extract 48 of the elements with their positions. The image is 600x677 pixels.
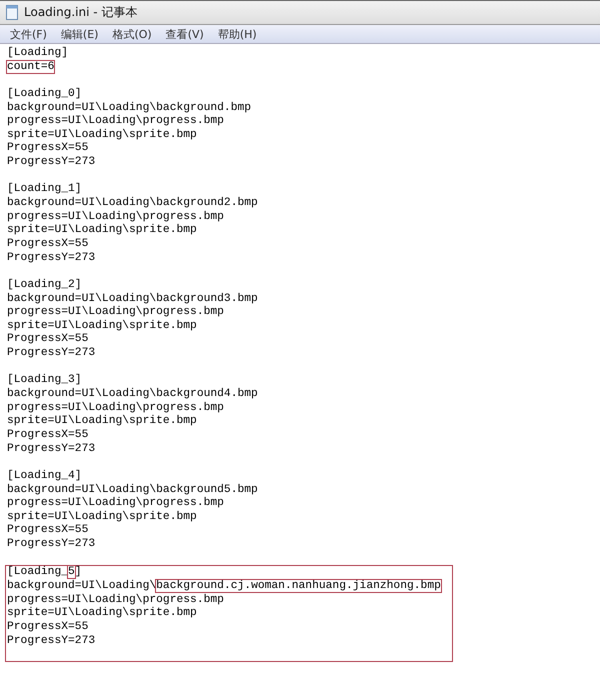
text-line: background=UI\Loading\background4.bmp [7, 388, 258, 400]
text-line: progress=UI\Loading\progress.bmp [7, 115, 224, 128]
text-line: ProgressY=273 [7, 538, 96, 550]
line-text: background=UI\Loading\ [7, 580, 156, 592]
text-line: ProgressY=273 [7, 347, 96, 360]
menu-item[interactable]: 查看(V) [166, 26, 204, 42]
text-line: sprite=UI\Loading\sprite.bmp [7, 607, 197, 620]
text-line: progress=UI\Loading\progress.bmp [7, 210, 224, 223]
text-line: sprite=UI\Loading\sprite.bmp [7, 128, 197, 141]
text-line: [Loading_2] [7, 278, 82, 291]
line-text: ] [74, 566, 82, 578]
text-line: ProgressX=55 [7, 524, 88, 536]
text-line: ProgressX=55 [7, 333, 88, 346]
text-line: [Loading_3] [7, 374, 82, 386]
text-line: background=UI\Loading\background5.bmp [7, 484, 258, 496]
text-line: sprite=UI\Loading\sprite.bmp [7, 415, 197, 428]
text-line: ProgressY=273 [7, 634, 96, 647]
text-line: [Loading_1] [7, 183, 82, 196]
highlighted-text: 5 [68, 566, 75, 578]
menu-item[interactable]: 帮助(H) [218, 26, 257, 42]
text-line: [Loading] [7, 47, 68, 59]
text-line: progress=UI\Loading\progress.bmp [7, 594, 224, 606]
text-line: sprite=UI\Loading\sprite.bmp [7, 224, 197, 236]
text-line: sprite=UI\Loading\sprite.bmp [7, 320, 197, 332]
menu-item[interactable]: 文件(F) [10, 26, 47, 42]
menu-item[interactable]: 编辑(E) [60, 26, 98, 42]
text-line: background=UI\Loading\background.bmp [7, 102, 252, 114]
text-line: ProgressX=55 [7, 142, 88, 154]
highlighted-text: background.cj.woman.nanhuang.jianzhong.bmp [156, 580, 441, 592]
notepad-icon [6, 5, 18, 20]
text-line: [Loading_0] [7, 88, 82, 100]
text-line: progress=UI\Loading\progress.bmp [7, 402, 224, 414]
text-line: ProgressY=273 [7, 156, 96, 168]
text-line: background=UI\Loading\background3.bmp [7, 292, 258, 305]
text-line: ProgressY=273 [7, 442, 96, 455]
menu-item[interactable]: 格式(O) [112, 26, 152, 42]
text-line: progress=UI\Loading\progress.bmp [7, 497, 224, 510]
text-line: sprite=UI\Loading\sprite.bmp [7, 510, 197, 523]
text-line: ProgressX=55 [7, 620, 88, 633]
text-line: ProgressY=273 [7, 252, 96, 264]
text-line: background=UI\Loading\background2.bmp [7, 197, 258, 210]
text-line: ProgressX=55 [7, 428, 88, 441]
text-line: ProgressX=55 [7, 238, 88, 250]
window-title: Loading.ini - 记事本 [24, 4, 138, 21]
text-line: [Loading_4] [7, 470, 82, 482]
highlighted-text: count=6 [7, 60, 54, 73]
text-line: progress=UI\Loading\progress.bmp [7, 306, 224, 318]
line-text: [Loading_ [7, 566, 68, 578]
